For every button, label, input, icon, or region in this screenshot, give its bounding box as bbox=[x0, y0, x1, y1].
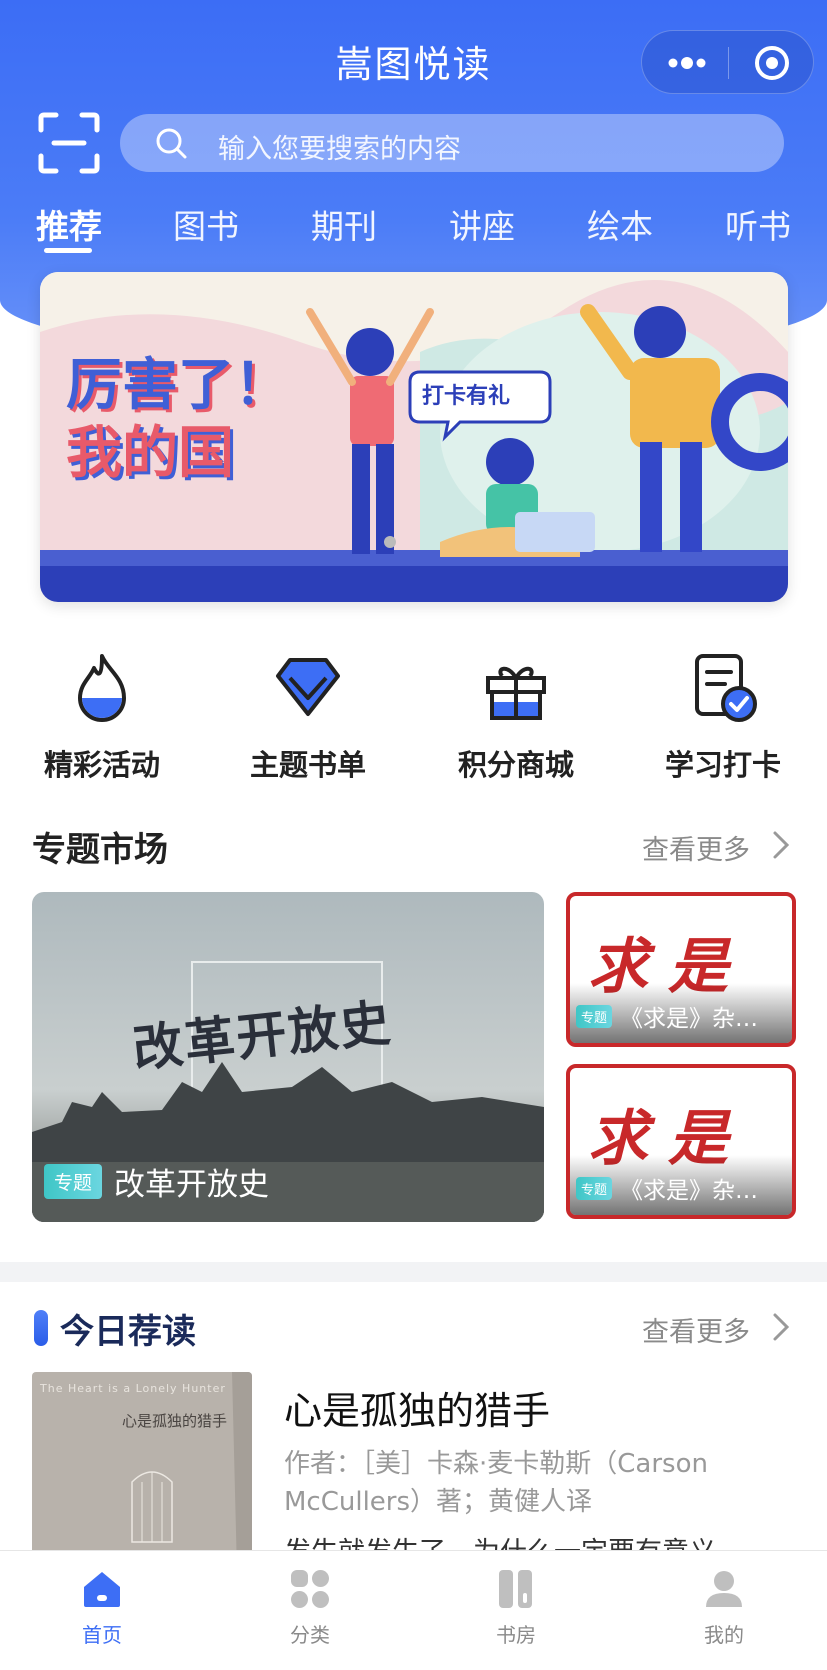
featured-topic-card[interactable]: 改革开放史 专题 改革开放史 bbox=[32, 892, 544, 1222]
checkin-icon bbox=[695, 654, 757, 722]
banner-tag: 打卡有礼 bbox=[422, 384, 511, 409]
featured-topic-title: 改革开放史 bbox=[114, 1167, 270, 1203]
topic-card[interactable]: 求是 专题 《求是》杂… bbox=[566, 1064, 796, 1219]
tab-books[interactable]: 图书 bbox=[173, 200, 239, 248]
tab-picture-books[interactable]: 绘本 bbox=[587, 200, 653, 248]
today-title: 今日荐读 bbox=[60, 1312, 196, 1352]
flame-icon bbox=[78, 654, 126, 722]
quick-link-label: 学习打卡 bbox=[664, 748, 781, 782]
tab-recommend[interactable]: 推荐 bbox=[36, 200, 102, 248]
quick-link-label: 精彩活动 bbox=[43, 748, 160, 782]
diamond-icon bbox=[276, 658, 340, 716]
quick-link-label: 积分商城 bbox=[457, 748, 574, 782]
banner-headline: 厉害了！ 我的国 bbox=[66, 352, 290, 488]
quick-link-label: 主题书单 bbox=[249, 748, 366, 782]
search-placeholder: 输入您要搜索的内容 bbox=[218, 134, 461, 165]
bookshelf-icon bbox=[499, 1570, 532, 1608]
nav-label: 分类 bbox=[290, 1623, 330, 1647]
topic-title: 《求是》杂… bbox=[620, 1006, 759, 1032]
close-target-icon[interactable] bbox=[752, 43, 792, 83]
chevron-right-icon[interactable] bbox=[772, 830, 790, 860]
topic-card[interactable]: 求是 专题 《求是》杂… bbox=[566, 892, 796, 1047]
today-more-link[interactable]: 查看更多 bbox=[642, 1310, 750, 1349]
quick-link-activities[interactable]: 精彩活动 bbox=[12, 650, 192, 784]
tab-journals[interactable]: 期刊 bbox=[311, 200, 377, 248]
tab-lectures[interactable]: 讲座 bbox=[449, 200, 515, 248]
cover-birdcage-art bbox=[131, 1372, 252, 1572]
topic-caption: 专题 《求是》杂… bbox=[576, 999, 758, 1033]
nav-label: 首页 bbox=[82, 1623, 122, 1647]
nav-category[interactable]: 分类 bbox=[250, 1567, 370, 1648]
nav-label: 我的 bbox=[704, 1623, 744, 1647]
nav-home[interactable]: 首页 bbox=[42, 1567, 162, 1648]
user-icon bbox=[706, 1571, 742, 1607]
book-cover[interactable]: The Heart is a Lonely Hunter 心是孤独的猎手 bbox=[32, 1372, 252, 1572]
quick-link-points-mall[interactable]: 积分商城 bbox=[426, 650, 606, 784]
scan-icon[interactable] bbox=[38, 112, 100, 174]
grid-icon bbox=[291, 1570, 329, 1608]
quick-link-checkin[interactable]: 学习打卡 bbox=[633, 650, 813, 784]
gift-icon bbox=[486, 666, 546, 720]
topic-caption: 专题 《求是》杂… bbox=[576, 1171, 758, 1205]
quick-link-booklists[interactable]: 主题书单 bbox=[218, 650, 398, 784]
bottom-navigation: 首页 分类 书房 我的 bbox=[0, 1550, 827, 1670]
today-accent-bar bbox=[34, 1310, 48, 1346]
more-dots-icon[interactable] bbox=[666, 53, 708, 73]
topic-market-more-link[interactable]: 查看更多 bbox=[642, 828, 750, 867]
book-title[interactable]: 心是孤独的猎手 bbox=[284, 1380, 550, 1435]
book-author: 作者：［美］卡森·麦卡勒斯（Carson McCullers）著；黄健人译 bbox=[284, 1449, 708, 1517]
search-icon bbox=[156, 128, 187, 159]
capsule-divider bbox=[728, 47, 729, 79]
topic-market-title: 专题市场 bbox=[32, 830, 168, 870]
tab-audiobooks[interactable]: 听书 bbox=[725, 200, 791, 248]
nav-profile[interactable]: 我的 bbox=[664, 1567, 784, 1648]
search-input[interactable]: 输入您要搜索的内容 bbox=[120, 114, 784, 172]
featured-topic-caption: 专题 改革开放史 bbox=[44, 1159, 269, 1204]
category-tabs: 推荐 图书 期刊 讲座 绘本 听书 bbox=[0, 200, 827, 260]
mini-program-capsule bbox=[641, 30, 814, 94]
chevron-right-icon[interactable] bbox=[772, 1312, 790, 1342]
promo-banner[interactable]: 厉害了！ 我的国 打卡有礼 bbox=[40, 272, 788, 602]
nav-label: 书房 bbox=[496, 1623, 536, 1647]
active-tab-indicator bbox=[44, 248, 92, 253]
topic-title: 《求是》杂… bbox=[620, 1178, 759, 1204]
topic-badge: 专题 bbox=[576, 1176, 613, 1200]
home-icon bbox=[84, 1572, 120, 1607]
nav-study[interactable]: 书房 bbox=[456, 1567, 576, 1648]
topic-badge: 专题 bbox=[44, 1164, 103, 1199]
quick-links: 精彩活动 主题书单 积分商城 学习打卡 bbox=[0, 650, 827, 782]
banner-headline-line2: 我的国 bbox=[66, 421, 234, 486]
banner-headline-line1: 厉害了！ bbox=[66, 353, 290, 418]
section-separator bbox=[0, 1262, 827, 1282]
topic-badge: 专题 bbox=[576, 1004, 613, 1028]
